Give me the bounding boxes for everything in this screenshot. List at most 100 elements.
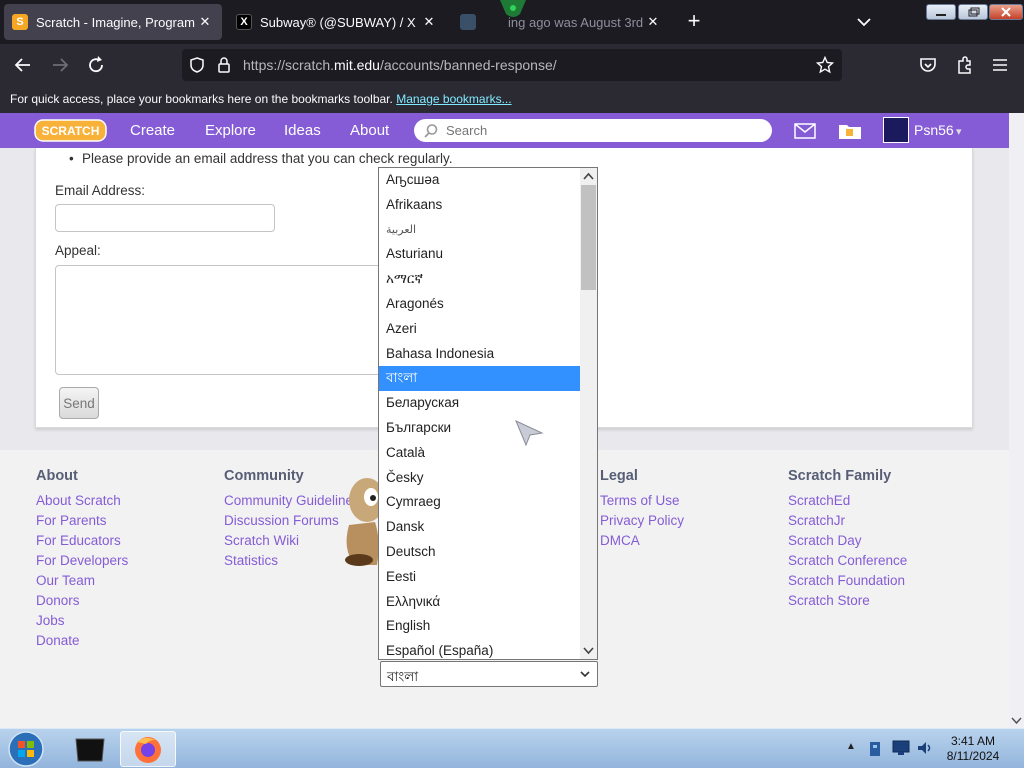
taskbar-app-terminal[interactable]: [62, 731, 118, 767]
new-tab-button[interactable]: +: [680, 8, 708, 36]
language-option[interactable]: Bahasa Indonesia: [379, 342, 581, 367]
email-field[interactable]: [55, 204, 275, 232]
taskbar-clock[interactable]: 3:41 AM 8/11/2024: [940, 734, 1006, 764]
minimize-button[interactable]: [926, 4, 956, 20]
search-icon: [424, 124, 438, 138]
footer-link[interactable]: Scratch Day: [788, 531, 907, 551]
language-option[interactable]: Asturianu: [379, 242, 581, 267]
language-option-selected[interactable]: বাংলা: [379, 366, 581, 392]
footer-link[interactable]: Jobs: [36, 611, 128, 631]
language-option[interactable]: Aragonés: [379, 292, 581, 317]
url-text[interactable]: https://scratch.mit.edu/accounts/banned-…: [243, 57, 557, 73]
footer-link[interactable]: Our Team: [36, 571, 128, 591]
footer-link[interactable]: Scratch Conference: [788, 551, 907, 571]
language-option[interactable]: English: [379, 614, 581, 639]
pocket-icon[interactable]: [918, 56, 938, 74]
scroll-up-icon[interactable]: [580, 168, 597, 185]
hamburger-menu-icon[interactable]: [990, 56, 1010, 74]
scratch-logo[interactable]: SCRATCH: [34, 119, 107, 142]
language-dropdown-list[interactable]: Аҧсшәа Afrikaans العربية Asturianu አማርኛ …: [378, 167, 598, 660]
language-option[interactable]: Български: [379, 416, 581, 441]
close-icon[interactable]: ✕: [420, 14, 438, 30]
dropdown-scrollbar[interactable]: [580, 168, 597, 659]
network-device-icon[interactable]: [868, 740, 884, 758]
window-close-button[interactable]: [989, 4, 1023, 20]
language-option[interactable]: Česky: [379, 466, 581, 491]
star-icon[interactable]: [816, 56, 834, 74]
username[interactable]: Psn56: [914, 122, 954, 138]
footer-link[interactable]: For Developers: [36, 551, 128, 571]
language-option[interactable]: Deutsch: [379, 540, 581, 565]
tab-subway[interactable]: X Subway® (@SUBWAY) / X ✕: [228, 4, 446, 40]
url-bar[interactable]: https://scratch.mit.edu/accounts/banned-…: [182, 49, 842, 81]
language-option[interactable]: አማርኛ: [379, 267, 581, 292]
clock-date: 8/11/2024: [946, 749, 1000, 763]
back-arrow-icon[interactable]: [10, 52, 36, 78]
monitor-icon[interactable]: [892, 740, 910, 756]
language-option[interactable]: Español (España): [379, 639, 581, 659]
language-option[interactable]: Eesti: [379, 565, 581, 590]
url-path: /accounts/banned-response/: [379, 57, 557, 73]
shield-icon[interactable]: [188, 56, 206, 74]
footer-link[interactable]: ScratchEd: [788, 491, 907, 511]
chevron-down-icon[interactable]: [852, 12, 876, 32]
restore-button[interactable]: [958, 4, 988, 20]
avatar[interactable]: [883, 117, 909, 143]
footer-link[interactable]: Scratch Store: [788, 591, 907, 611]
footer-link[interactable]: Scratch Foundation: [788, 571, 907, 591]
tray-expand-icon[interactable]: ▲: [846, 741, 856, 752]
footer-link[interactable]: For Educators: [36, 531, 128, 551]
language-option[interactable]: Dansk: [379, 515, 581, 540]
footer-link[interactable]: For Parents: [36, 511, 128, 531]
footer-link[interactable]: Privacy Policy: [600, 511, 684, 531]
nav-about[interactable]: About: [350, 122, 389, 139]
tab-title: Scratch - Imagine, Program, Sh: [36, 14, 196, 30]
lock-icon[interactable]: [216, 56, 232, 74]
footer-link[interactable]: DMCA: [600, 531, 684, 551]
language-option[interactable]: Беларуская: [379, 391, 581, 416]
nav-create[interactable]: Create: [130, 122, 175, 139]
footer-link[interactable]: Terms of Use: [600, 491, 684, 511]
tab-third[interactable]: ing ago was August 3rd ✕: [452, 4, 670, 40]
language-option[interactable]: Català: [379, 441, 581, 466]
user-menu-caret-icon[interactable]: ▾: [956, 125, 962, 138]
scroll-down-icon[interactable]: [1009, 713, 1024, 728]
forward-arrow-icon[interactable]: [47, 52, 73, 78]
language-option[interactable]: Cymraeg: [379, 490, 581, 515]
scrollbar-thumb[interactable]: [581, 185, 596, 290]
language-option[interactable]: Аҧсшәа: [379, 168, 581, 193]
search-input[interactable]: [446, 121, 746, 140]
footer-link[interactable]: ScratchJr: [788, 511, 907, 531]
my-stuff-folder-icon[interactable]: [838, 121, 862, 140]
email-instruction: Please provide an email address that you…: [82, 151, 453, 166]
reload-icon[interactable]: [83, 52, 109, 78]
search-box[interactable]: [414, 119, 772, 142]
windows-start-icon[interactable]: [6, 730, 46, 768]
footer-link[interactable]: About Scratch: [36, 491, 128, 511]
x-logo-icon: X: [236, 14, 252, 30]
appeal-textarea[interactable]: [55, 265, 385, 375]
browser-nav-bar: https://scratch.mit.edu/accounts/banned-…: [0, 44, 1024, 86]
scroll-down-icon[interactable]: [580, 642, 597, 659]
nav-explore[interactable]: Explore: [205, 122, 256, 139]
close-icon[interactable]: ✕: [644, 14, 662, 30]
taskbar-app-firefox[interactable]: [120, 731, 176, 767]
footer-column-about: About About Scratch For Parents For Educ…: [36, 468, 128, 651]
volume-icon[interactable]: [915, 739, 933, 757]
close-icon[interactable]: ✕: [196, 14, 214, 30]
language-option[interactable]: العربية: [379, 218, 581, 243]
page-scrollbar[interactable]: [1009, 113, 1024, 728]
email-label: Email Address:: [55, 183, 146, 198]
nav-ideas[interactable]: Ideas: [284, 122, 321, 139]
extensions-puzzle-icon[interactable]: [955, 55, 975, 75]
language-option[interactable]: Afrikaans: [379, 193, 581, 218]
language-option[interactable]: Ελληνικά: [379, 590, 581, 615]
manage-bookmarks-link[interactable]: Manage bookmarks...: [396, 92, 511, 106]
language-option[interactable]: Azeri: [379, 317, 581, 342]
messages-envelope-icon[interactable]: [794, 123, 816, 139]
footer-link[interactable]: Donors: [36, 591, 128, 611]
send-button[interactable]: Send: [59, 387, 99, 419]
footer-link[interactable]: Donate: [36, 631, 128, 651]
tab-scratch[interactable]: S Scratch - Imagine, Program, Sh ✕: [4, 4, 222, 40]
language-select[interactable]: বাংলা: [380, 661, 598, 687]
